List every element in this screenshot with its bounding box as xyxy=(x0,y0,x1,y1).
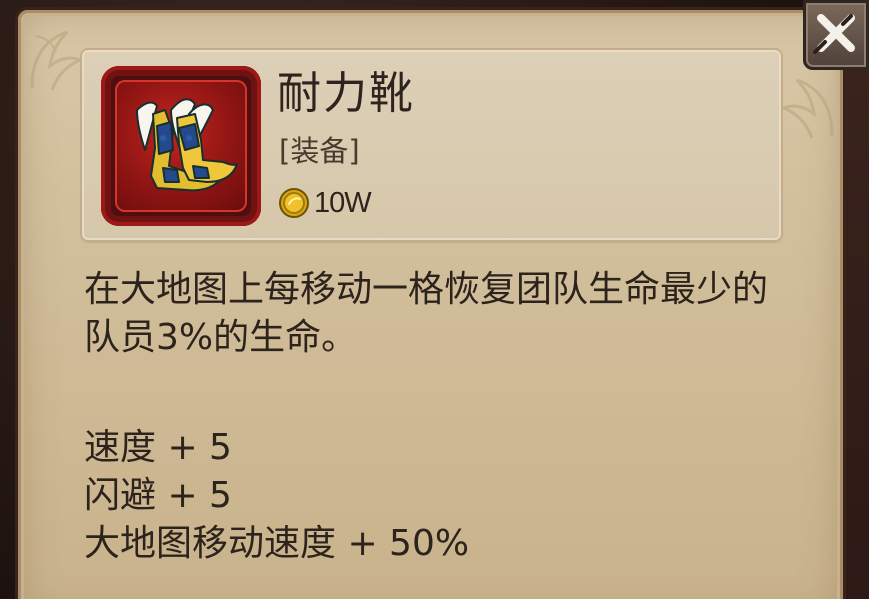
close-button[interactable] xyxy=(803,0,869,70)
item-tooltip-screen: 耐力靴 [装备] 10W 在大地图上每移动一格恢复团队生命最少的队员3%的生命。… xyxy=(0,0,869,599)
right-edge-decoration xyxy=(846,70,869,599)
winged-boots-icon xyxy=(136,98,238,192)
stat-map-speed: 大地图移动速度 + 50% xyxy=(84,523,470,564)
item-description: 在大地图上每移动一格恢复团队生命最少的队员3%的生命。 xyxy=(84,269,769,358)
item-type-label: [装备] xyxy=(279,134,360,168)
stat-dodge: 闪避 + 5 xyxy=(84,475,232,516)
item-icon-frame[interactable] xyxy=(101,66,261,226)
gold-coin-icon xyxy=(279,188,309,218)
item-price: 10W xyxy=(278,186,372,220)
item-icon-background xyxy=(115,80,247,212)
price-value: 10W xyxy=(314,186,372,219)
close-icon xyxy=(813,14,855,54)
item-stats: 速度 + 5 闪避 + 5 大地图移动速度 + 50% xyxy=(84,424,774,568)
item-name: 耐力靴 xyxy=(277,68,415,119)
stat-speed: 速度 + 5 xyxy=(84,427,232,468)
